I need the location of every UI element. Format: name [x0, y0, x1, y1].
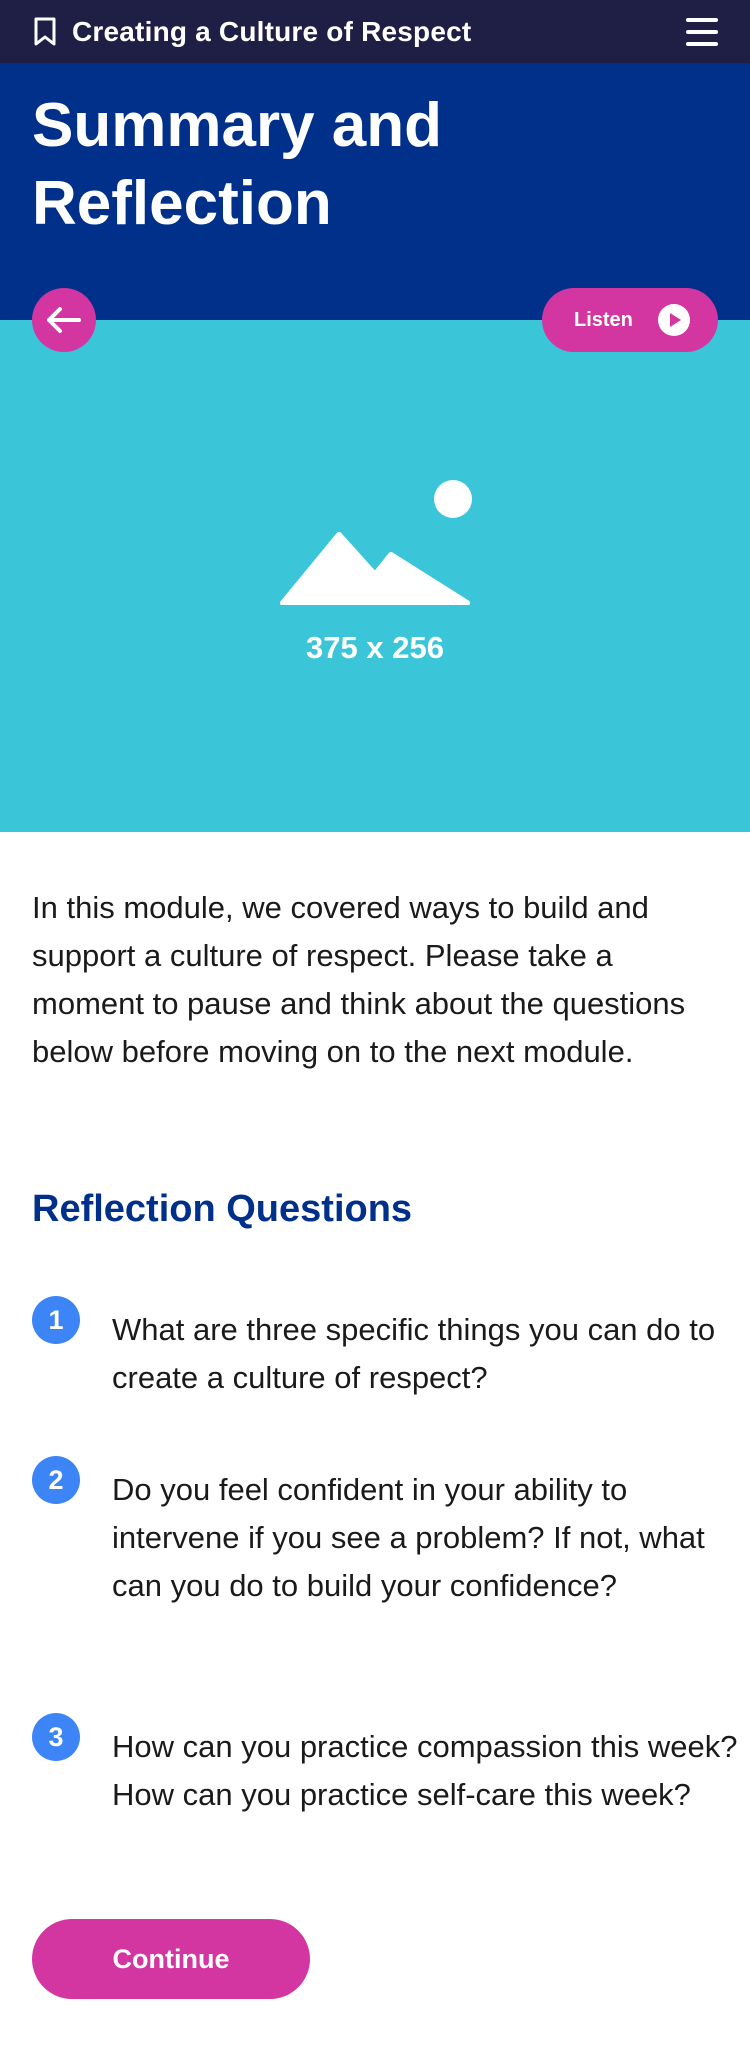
placeholder-dimensions: 375 x 256 — [306, 630, 444, 665]
image-placeholder: 375 x 256 — [277, 475, 473, 670]
question-text: How can you practice compassion this wee… — [112, 1729, 738, 1812]
page-header: Summary and Reflection — [0, 63, 750, 320]
top-bar: Creating a Culture of Respect — [0, 0, 750, 63]
question-text: Do you feel confident in your ability to… — [112, 1472, 705, 1603]
question-text: What are three specific things you can d… — [112, 1312, 716, 1395]
play-icon — [657, 304, 690, 336]
hamburger-menu-icon[interactable] — [686, 17, 718, 46]
arrow-left-icon — [47, 307, 81, 333]
listen-button[interactable]: Listen — [542, 288, 718, 352]
listen-label: Listen — [574, 308, 633, 331]
question-number-badge: 1 — [32, 1296, 80, 1344]
page-title: Summary and Reflection — [32, 91, 443, 238]
bookmark-icon[interactable] — [32, 17, 58, 47]
continue-button[interactable]: Continue — [32, 1919, 310, 1999]
intro-text: In this module, we covered ways to build… — [32, 890, 686, 1069]
section-title: Reflection Questions — [32, 1188, 413, 1230]
course-title: Creating a Culture of Respect — [72, 15, 472, 47]
question-number-badge: 2 — [32, 1456, 80, 1504]
back-button[interactable] — [32, 288, 96, 352]
image-placeholder-icon — [280, 480, 472, 606]
question-number-badge: 3 — [32, 1713, 80, 1761]
